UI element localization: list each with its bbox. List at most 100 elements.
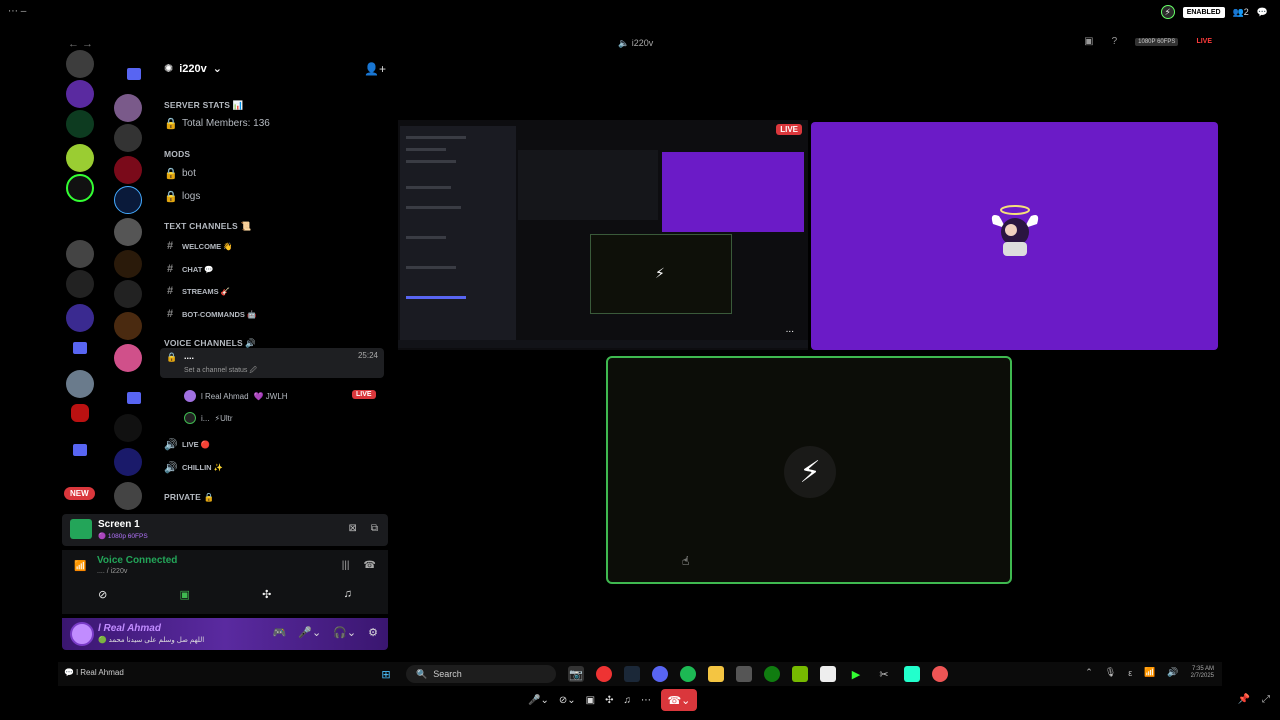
more-options-icon[interactable]: ... <box>786 324 794 335</box>
server-icon[interactable] <box>114 124 142 152</box>
channel-bot-commands[interactable]: # BOT-COMMANDS 🤖 <box>164 308 256 320</box>
settings-gear-icon[interactable]: ⚙ <box>368 626 378 639</box>
chrome-icon[interactable] <box>596 666 612 682</box>
voice-member[interactable]: i... ⚡Ultr <box>184 412 233 424</box>
clock[interactable]: 7:35 AM 2/7/2025 <box>1191 666 1214 679</box>
server-icon[interactable] <box>114 94 142 122</box>
activities-icon[interactable]: ✣ <box>605 695 613 706</box>
voice-channel-active[interactable]: 🔒 .... 25:24 Set a channel status 🖉 <box>160 348 384 378</box>
mic-icon[interactable]: 🎤⌄ <box>528 695 549 706</box>
channel-logs[interactable]: 🔒 logs <box>164 190 200 203</box>
chrome-alt-icon[interactable] <box>932 666 948 682</box>
invite-icon[interactable]: 👤+ <box>364 62 386 76</box>
pin-icon[interactable]: 📌 <box>1238 694 1250 705</box>
noise-suppression-icon[interactable]: ||| <box>342 560 350 571</box>
screen-share-icon[interactable]: ▣ <box>180 588 190 601</box>
server-icon[interactable] <box>66 304 94 332</box>
voice-member[interactable]: l Real Ahmad 💜 JWLH <box>184 390 288 402</box>
server-icon[interactable] <box>66 370 94 398</box>
steam-icon[interactable] <box>624 666 640 682</box>
server-icon[interactable] <box>114 344 142 372</box>
soundboard-icon[interactable]: ♫ <box>623 695 631 706</box>
help-icon[interactable]: ? <box>1112 36 1118 47</box>
folder-icon[interactable] <box>73 342 87 354</box>
server-icon[interactable] <box>66 110 94 138</box>
nvidia-icon[interactable] <box>792 666 808 682</box>
camera-icon[interactable]: ⊘⌄ <box>559 695 576 706</box>
server-icon[interactable] <box>114 218 142 246</box>
server-icon[interactable] <box>114 156 142 184</box>
headphones-icon[interactable]: 🎧⌄ <box>333 626 356 639</box>
server-icon[interactable] <box>114 312 142 340</box>
soundboard-icon[interactable]: ♫ <box>344 588 352 601</box>
category-text[interactable]: TEXT CHANNELS 📜 <box>164 221 251 232</box>
notepad-icon[interactable] <box>820 666 836 682</box>
screen-share-panel[interactable]: Screen 1 🟣 1080p 60FPS ⊠ ⧉ <box>62 514 388 546</box>
channel-chat[interactable]: # CHAT 💬 <box>164 263 214 275</box>
category-mods[interactable]: MODS <box>164 149 190 159</box>
new-badge[interactable]: NEW <box>64 487 95 500</box>
category-server-stats[interactable]: SERVER STATS 📊 <box>164 100 244 111</box>
camera-app-icon[interactable]: 📷 <box>568 666 584 682</box>
channel-status-input[interactable]: Set a channel status 🖉 <box>184 366 257 377</box>
back-forward-icon[interactable]: ← → <box>68 38 93 50</box>
store-icon[interactable] <box>736 666 752 682</box>
xbox-icon[interactable] <box>764 666 780 682</box>
volume-icon[interactable]: 🔊 <box>1167 667 1178 678</box>
server-icon[interactable] <box>114 186 142 214</box>
language-icon[interactable]: ε <box>1128 668 1132 678</box>
discord-icon[interactable] <box>652 666 668 682</box>
participant-tile-speaking[interactable]: ⚡ ☝ <box>606 356 1012 584</box>
fullscreen-icon[interactable]: ⤢ <box>1262 694 1270 705</box>
camera-off-icon[interactable]: ⊘ <box>98 588 107 601</box>
disconnect-icon[interactable]: ☎ <box>364 560 376 571</box>
server-icon[interactable] <box>66 144 94 172</box>
voice-connected-label[interactable]: Voice Connected <box>97 555 177 566</box>
channel-live[interactable]: 🔊 LIVE 🔴 <box>164 438 210 451</box>
more-icon[interactable]: ⋯ <box>641 695 651 706</box>
stop-stream-icon[interactable]: ⊠ <box>348 523 356 534</box>
server-icon[interactable] <box>114 250 142 278</box>
server-icon[interactable] <box>66 80 94 108</box>
spotify-icon[interactable] <box>680 666 696 682</box>
folder-icon[interactable] <box>127 392 141 404</box>
channel-welcome[interactable]: # WELCOME 👋 <box>164 240 233 252</box>
window-controls-icon[interactable]: ⋯ – <box>8 6 26 17</box>
participant-tile-ahmad[interactable] <box>811 122 1218 350</box>
people-icon[interactable]: 👥2 <box>1233 7 1249 18</box>
screen-share-icon[interactable]: ▣ <box>586 695 595 706</box>
taskbar-left[interactable]: 💬 l Real Ahmad <box>64 668 124 677</box>
server-icon-active[interactable] <box>114 414 142 442</box>
channel-bot[interactable]: 🔒 bot <box>164 167 196 180</box>
signal-icon[interactable]: 📶 <box>74 561 86 572</box>
channel-chillin[interactable]: 🔊 CHILLIN ✨ <box>164 461 223 474</box>
mic-icon[interactable]: 🎤⌄ <box>298 626 321 639</box>
server-icon[interactable] <box>66 270 94 298</box>
server-icon[interactable] <box>66 240 94 268</box>
server-icon[interactable] <box>114 280 142 308</box>
server-icon[interactable] <box>114 448 142 476</box>
capcut-icon[interactable]: ✂ <box>876 666 892 682</box>
folder-icon[interactable] <box>73 444 87 456</box>
server-icon[interactable] <box>66 50 94 78</box>
end-call-button[interactable]: ☎⌄ <box>660 689 697 711</box>
activities-icon[interactable]: ✣ <box>262 588 271 601</box>
folder-icon[interactable] <box>127 68 141 80</box>
gamepad-icon[interactable]: 🎮 <box>273 626 287 639</box>
taskbar-search[interactable]: 🔍 Search <box>406 665 556 683</box>
category-private[interactable]: PRIVATE 🔒 <box>164 492 214 503</box>
channel-total-members[interactable]: 🔒 Total Members: 136 <box>164 117 270 130</box>
play-icon[interactable]: ▶ <box>848 666 864 682</box>
popout-icon[interactable]: ⧉ <box>371 523 378 534</box>
wifi-icon[interactable]: 📶 <box>1144 667 1155 678</box>
channel-streams[interactable]: # STREAMS 🎸 <box>164 285 230 297</box>
inbox-icon[interactable]: ▣ <box>1084 36 1093 47</box>
avatar[interactable] <box>70 622 94 646</box>
server-icon[interactable] <box>66 174 94 202</box>
server-icon[interactable] <box>114 482 142 510</box>
server-icon[interactable] <box>71 404 89 422</box>
windows-start-icon[interactable]: ⊞ <box>378 666 394 682</box>
app-icon[interactable] <box>904 666 920 682</box>
chat-bubble-icon[interactable]: 💬 <box>1257 7 1268 18</box>
user-name[interactable]: l Real Ahmad <box>98 623 161 634</box>
